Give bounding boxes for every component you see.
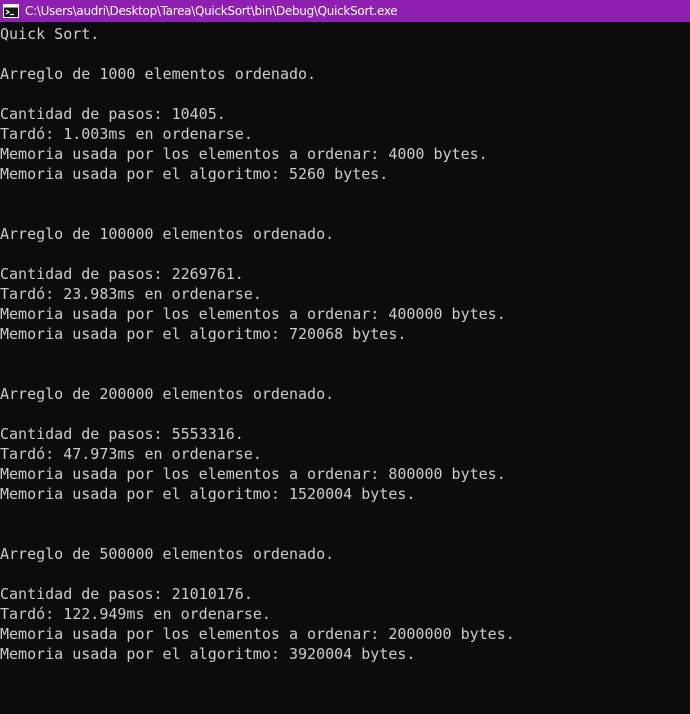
console-line: Memoria usada por el algoritmo: 720068 b… [0,325,407,343]
console-line: Memoria usada por el algoritmo: 3920004 … [0,645,416,663]
console-line: Memoria usada por los elementos a ordena… [0,625,515,643]
console-line: Arreglo de 100000 elementos ordenado. [0,225,335,243]
console-line: Memoria usada por el algoritmo: 5260 byt… [0,165,389,183]
console-line: Tardó: 47.973ms en ordenarse. [0,445,262,463]
console-line: Cantidad de pasos: 2269761. [0,265,244,283]
console-line: Memoria usada por el algoritmo: 1520004 … [0,485,416,503]
console-line: Arreglo de 200000 elementos ordenado. [0,385,335,403]
console-line: Tardó: 1.003ms en ordenarse. [0,125,253,143]
console-line: Cantidad de pasos: 21010176. [0,585,253,603]
console-line: Memoria usada por los elementos a ordena… [0,145,488,163]
window-title: C:\Users\audri\Desktop\Tarea\QuickSort\b… [25,4,398,18]
console-line: Arreglo de 500000 elementos ordenado. [0,545,335,563]
console-output[interactable]: Quick Sort. Arreglo de 1000 elementos ord… [0,24,690,714]
console-line: Memoria usada por los elementos a ordena… [0,305,506,323]
console-line: Memoria usada por los elementos a ordena… [0,465,506,483]
title-bar[interactable]: C:\Users\audri\Desktop\Tarea\QuickSort\b… [0,0,690,22]
console-line: Tardó: 23.983ms en ordenarse. [0,285,262,303]
console-line: Cantidad de pasos: 5553316. [0,425,244,443]
console-line: Arreglo de 1000 elementos ordenado. [0,65,317,83]
console-line: Cantidad de pasos: 10405. [0,105,226,123]
console-app-icon[interactable] [3,4,19,18]
console-window: C:\Users\audri\Desktop\Tarea\QuickSort\b… [0,0,690,714]
console-line: Quick Sort. [0,25,100,43]
console-line: Tardó: 122.949ms en ordenarse. [0,605,271,623]
